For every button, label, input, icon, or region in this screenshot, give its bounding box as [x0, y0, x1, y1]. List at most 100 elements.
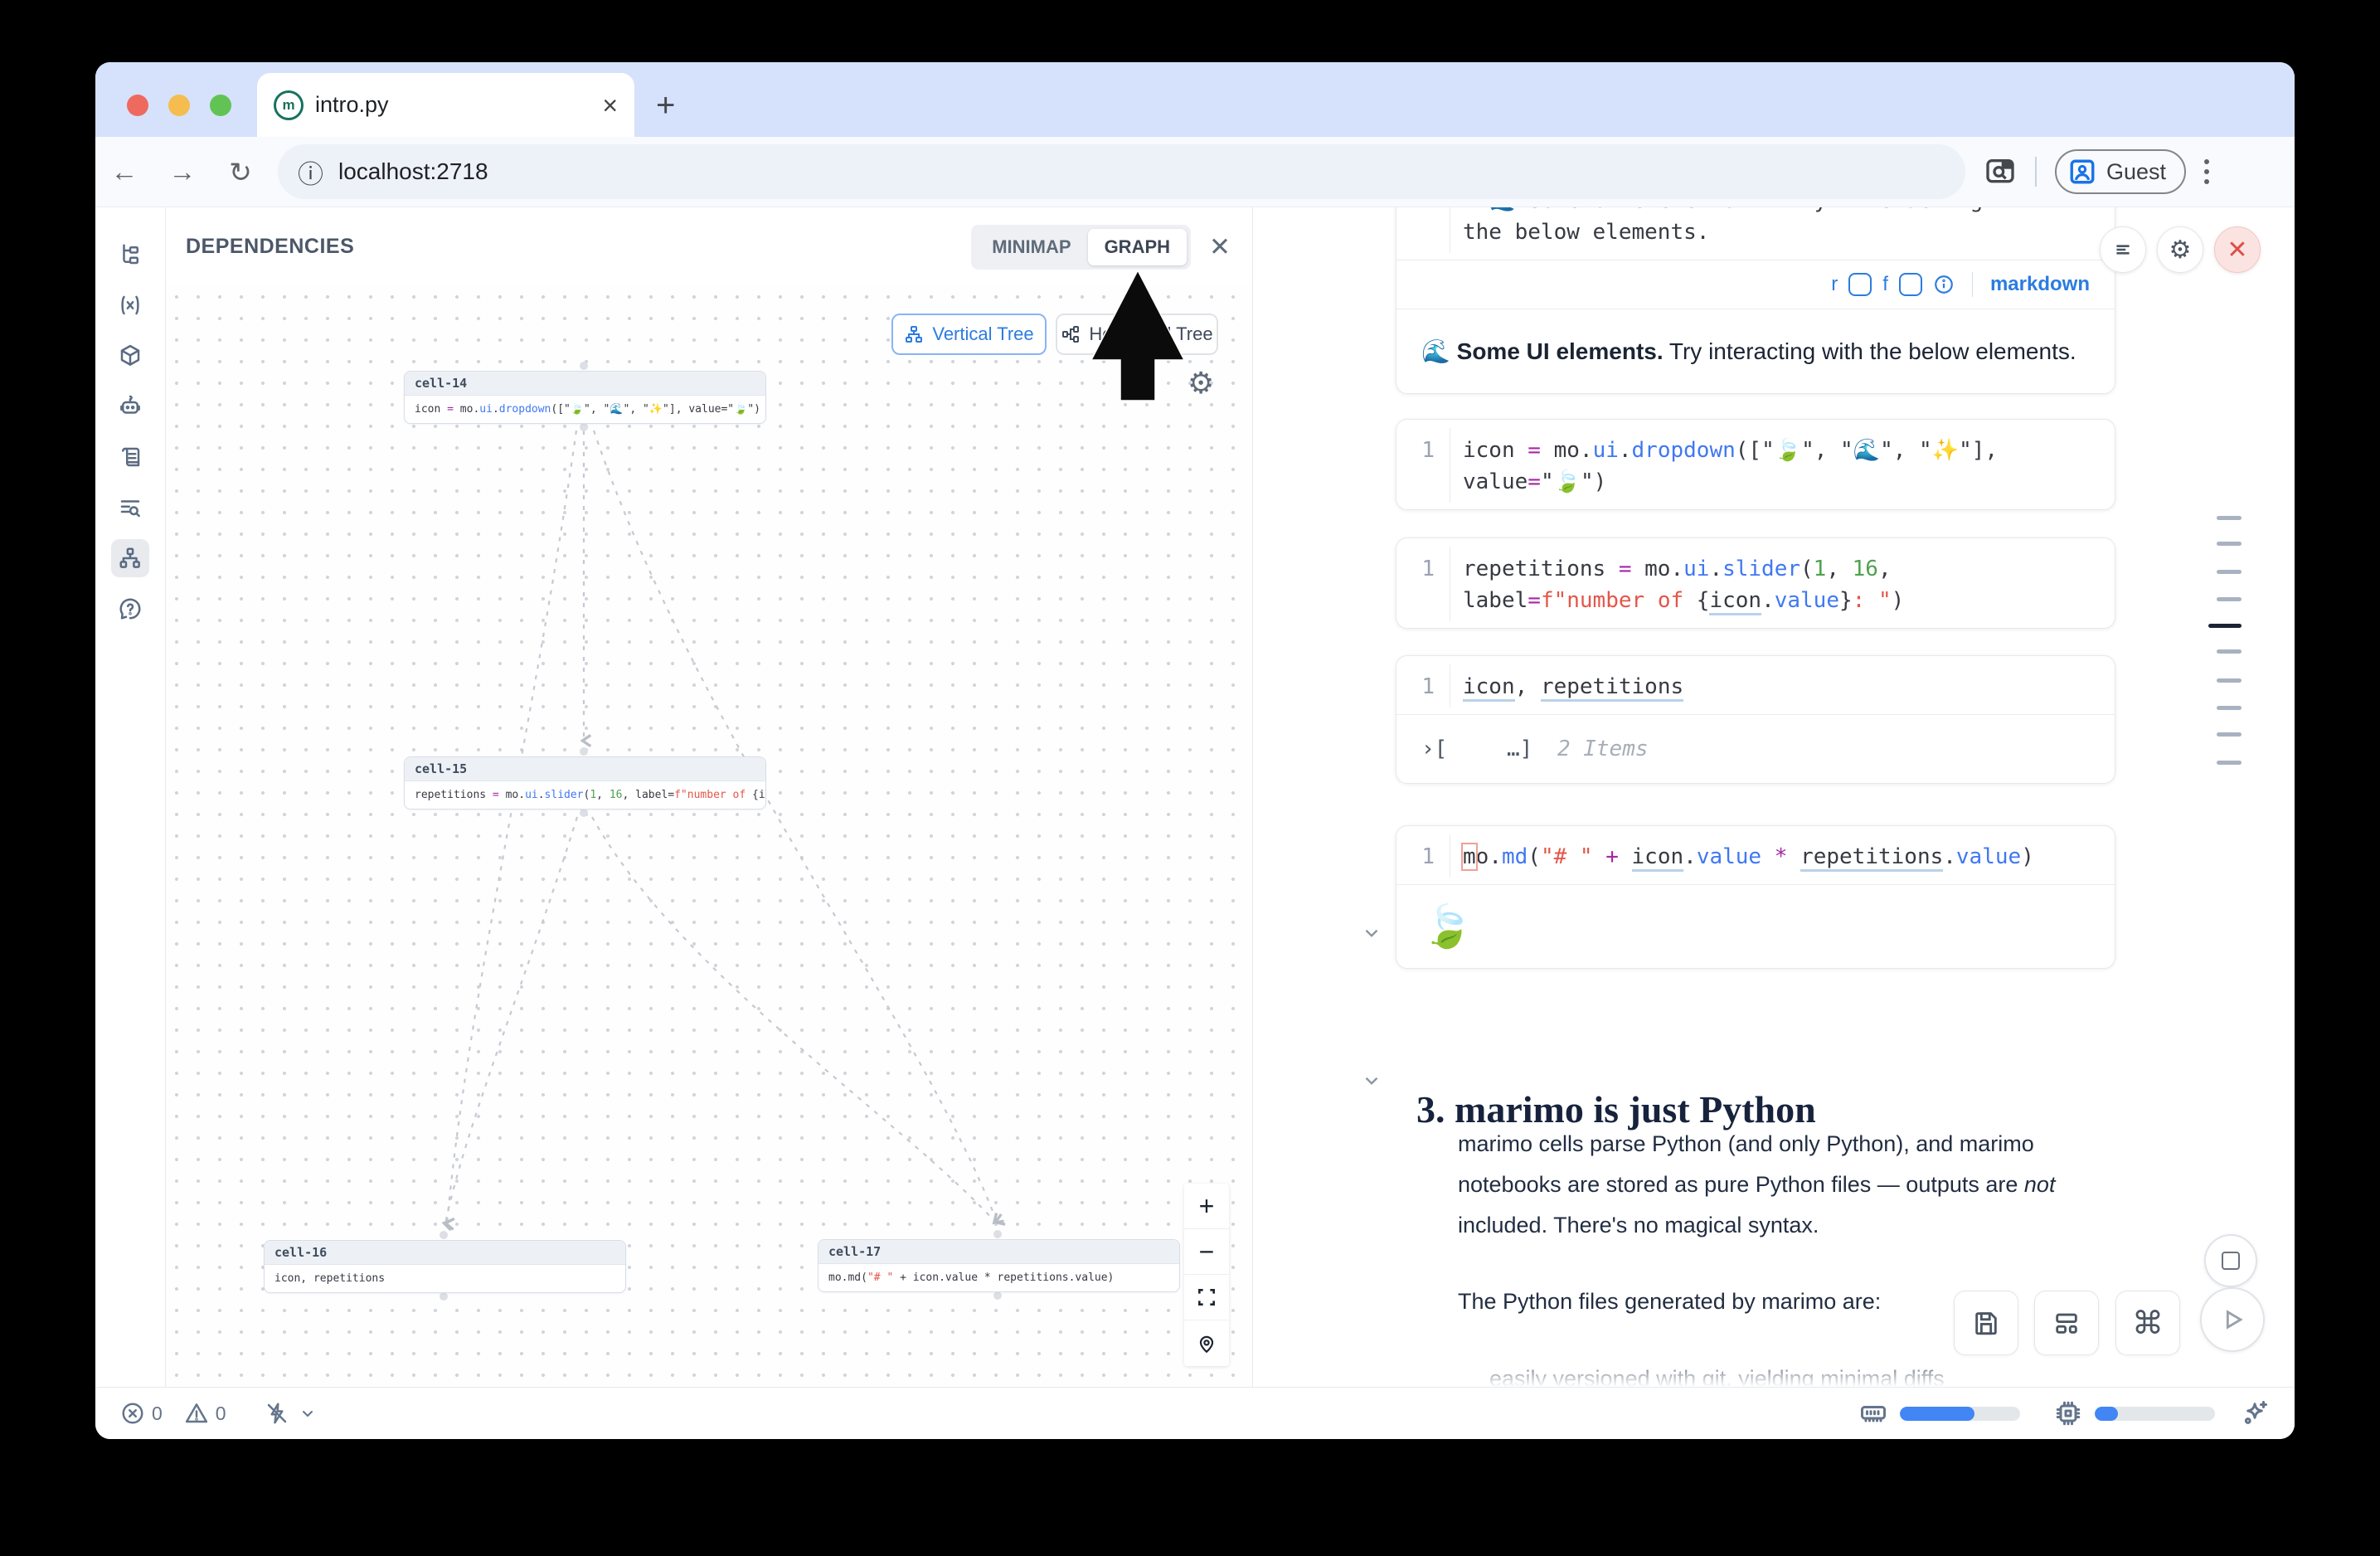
- graph-node-cell-16[interactable]: cell-16 icon, repetitions: [264, 1240, 626, 1293]
- graph-canvas[interactable]: Vertical Tree Horizontal Tree ⚙ cell-14 …: [166, 286, 1252, 1387]
- code-line: label=f"number of {icon.value}: "): [1463, 585, 2098, 616]
- vertical-tree-button[interactable]: Vertical Tree: [891, 314, 1047, 355]
- cell-minimap-mark[interactable]: [2217, 678, 2242, 683]
- sidebar-item-help[interactable]: [111, 590, 149, 628]
- browser-menu-icon[interactable]: [2204, 159, 2209, 184]
- cell-minimap-mark[interactable]: [2217, 542, 2242, 546]
- new-tab-button[interactable]: +: [656, 84, 675, 127]
- traffic-light-zoom[interactable]: [210, 95, 231, 116]
- zoom-out-button[interactable]: −: [1184, 1229, 1229, 1275]
- zoom-in-button[interactable]: +: [1184, 1184, 1229, 1229]
- interrupt-button[interactable]: [2204, 1234, 2257, 1287]
- dependencies-header: DEPENDENCIES MINIMAP GRAPH ✕: [166, 207, 1252, 287]
- traffic-light-close[interactable]: [127, 95, 148, 116]
- notebook-menu-button[interactable]: [2100, 226, 2146, 273]
- node-code: repetitions = mo.ui.slider(1, 16, label=…: [405, 781, 765, 809]
- panel-title: DEPENDENCIES: [186, 235, 354, 259]
- toggle-checkbox[interactable]: [1848, 273, 1872, 296]
- shutdown-button[interactable]: ✕: [2214, 226, 2261, 273]
- toggle-checkbox[interactable]: [1899, 273, 1922, 296]
- horizontal-tree-button[interactable]: Horizontal Tree: [1056, 314, 1218, 355]
- sidebar-item-snippets[interactable]: [111, 489, 149, 527]
- profile-button[interactable]: Guest: [2055, 149, 2186, 194]
- cell-minimap-mark[interactable]: [2217, 706, 2242, 710]
- graph-node-cell-17[interactable]: cell-17 mo.md("# " + icon.value * repeti…: [818, 1239, 1180, 1292]
- errors-icon[interactable]: [120, 1401, 145, 1426]
- info-icon[interactable]: [1933, 274, 1955, 295]
- node-title: cell-17: [818, 1240, 1179, 1264]
- sidebar-item-file-explorer[interactable]: [111, 236, 149, 274]
- cell-minimap-mark[interactable]: [2217, 516, 2242, 520]
- fit-view-button[interactable]: [1184, 1275, 1229, 1320]
- cell-minimap-mark[interactable]: [2217, 732, 2242, 737]
- cell-minimap-mark[interactable]: [2217, 570, 2242, 574]
- run-all-button[interactable]: [2200, 1287, 2265, 1352]
- line-number: 1: [1396, 435, 1435, 466]
- autorun-disabled-icon[interactable]: [265, 1401, 289, 1426]
- site-info-icon[interactable]: ⓘ: [298, 153, 323, 191]
- collapse-chevron-icon[interactable]: [1361, 922, 1382, 944]
- keyboard-shortcuts-button[interactable]: ⌘: [2115, 1291, 2180, 1355]
- cell-footer: r f markdown: [1396, 260, 2115, 309]
- chevron-down-icon[interactable]: [298, 1403, 318, 1423]
- sidebar-item-variables[interactable]: [111, 286, 149, 324]
- section-collapse-chevron-icon[interactable]: [1361, 1070, 1382, 1092]
- save-button[interactable]: [1954, 1291, 2018, 1355]
- close-panel-icon[interactable]: ✕: [1209, 232, 1231, 262]
- tab-title: intro.py: [315, 92, 602, 118]
- sidebar-item-scratchpad[interactable]: [111, 438, 149, 476]
- warnings-icon[interactable]: [184, 1401, 209, 1426]
- layout-toggle-button[interactable]: [2034, 1291, 2099, 1355]
- cell-editor[interactable]: 1 repetitions = mo.ui.slider(1, 16, labe…: [1396, 538, 2115, 628]
- ellipsis: …]: [1507, 737, 1532, 761]
- address-bar[interactable]: ⓘ localhost:2718: [278, 144, 1965, 199]
- cell-editor[interactable]: 1 icon = mo.ui.dropdown(["🍃", "🌊", "✨"],…: [1396, 420, 2115, 509]
- tab-close-icon[interactable]: ×: [602, 92, 618, 119]
- gear-icon: ⚙: [2169, 236, 2192, 265]
- cpu-usage-meter: [2095, 1407, 2215, 1421]
- tab-search-icon[interactable]: [1984, 155, 2017, 188]
- guest-avatar-icon: [2068, 158, 2096, 186]
- browser-tab[interactable]: m intro.py ×: [257, 73, 634, 137]
- notebook-settings-button[interactable]: ⚙: [2157, 226, 2203, 273]
- language-badge[interactable]: markdown: [1990, 273, 2090, 296]
- hamburger-menu-icon: [2112, 239, 2134, 260]
- code-cell-dropdown[interactable]: 1 icon = mo.ui.dropdown(["🍃", "🌊", "✨"],…: [1396, 419, 2115, 510]
- cell-editor[interactable]: 1 **🌊 Some UI elements.** Try interactin…: [1396, 207, 2115, 260]
- section-paragraph: marimo cells parse Python (and only Pyth…: [1458, 1124, 2080, 1246]
- browser-tab-strip: m intro.py × +: [95, 62, 2295, 137]
- code-line: icon, repetitions: [1463, 671, 2098, 703]
- reload-button[interactable]: ↻: [211, 156, 270, 188]
- cell-minimap-mark[interactable]: [2217, 649, 2242, 654]
- toolbar-divider: [2035, 157, 2037, 187]
- node-title: cell-16: [265, 1241, 625, 1265]
- minimap-tab[interactable]: MINIMAP: [975, 229, 1087, 265]
- code-cell-tuple[interactable]: 1 icon, repetitions ›[ …] 2 Items: [1396, 655, 2115, 784]
- code-cell-md[interactable]: 1 mo.md("# " + icon.value * repetitions.…: [1396, 825, 2115, 969]
- cell-minimap-mark[interactable]: [2217, 761, 2242, 765]
- command-icon: ⌘: [2132, 1305, 2164, 1342]
- code-cell-slider[interactable]: 1 repetitions = mo.ui.slider(1, 16, labe…: [1396, 537, 2115, 629]
- graph-node-cell-14[interactable]: cell-14 icon = mo.ui.dropdown(["🍃", "🌊",…: [404, 371, 766, 424]
- collapsed-output[interactable]: ›[ …] 2 Items: [1396, 714, 2115, 783]
- sidebar-item-dependency-graph[interactable]: [111, 539, 149, 577]
- markdown-cell[interactable]: 1 **🌊 Some UI elements.** Try interactin…: [1396, 207, 2115, 394]
- traffic-light-minimize[interactable]: [168, 95, 190, 116]
- forward-button[interactable]: →: [153, 156, 211, 187]
- back-button[interactable]: ←: [95, 156, 153, 187]
- graph-node-cell-15[interactable]: cell-15 repetitions = mo.ui.slider(1, 16…: [404, 756, 766, 810]
- cell-editor[interactable]: 1 mo.md("# " + icon.value * repetitions.…: [1396, 826, 2115, 884]
- cell-minimap-mark-active[interactable]: [2208, 624, 2242, 628]
- cell-output: 🌊 Some UI elements. Try interacting with…: [1396, 309, 2115, 393]
- url-text: localhost:2718: [338, 158, 488, 185]
- graph-tab[interactable]: GRAPH: [1088, 229, 1187, 265]
- sidebar-item-ai-assistant[interactable]: [111, 387, 149, 425]
- cell-minimap-mark[interactable]: [2217, 597, 2242, 601]
- graph-settings-icon[interactable]: ⚙: [1188, 366, 1214, 401]
- disclosure-bracket[interactable]: ›[: [1421, 737, 1447, 761]
- sidebar-item-packages[interactable]: [111, 337, 149, 375]
- cell-editor[interactable]: 1 icon, repetitions: [1396, 656, 2115, 714]
- ai-sparkle-icon[interactable]: [2240, 1398, 2270, 1428]
- play-icon: [2218, 1306, 2246, 1334]
- locate-button[interactable]: [1184, 1320, 1229, 1366]
